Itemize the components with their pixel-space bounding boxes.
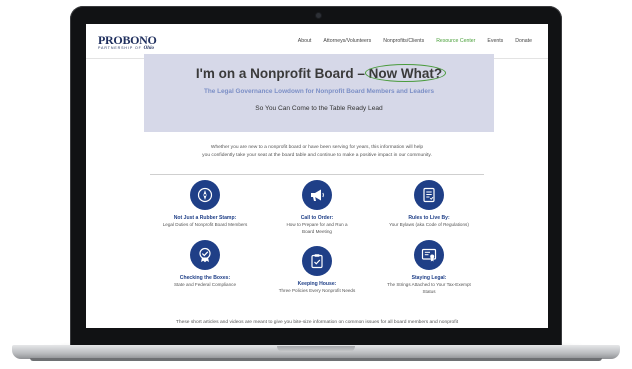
- card-title[interactable]: Rules to Live By:: [374, 215, 484, 221]
- nav-about[interactable]: About: [298, 38, 312, 44]
- card-description: Legal Duties of Nonprofit Board Members: [162, 222, 248, 227]
- intro-paragraph: Whether you are new to a nonprofit board…: [202, 145, 432, 158]
- nav-attorneys-volunteers[interactable]: Attorneys/Volunteers: [323, 38, 371, 44]
- card-title[interactable]: Keeping House:: [262, 281, 372, 287]
- badge-check-icon[interactable]: [190, 240, 220, 270]
- card-staying-legal[interactable]: Staying Legal: The Strings Attached to Y…: [374, 240, 484, 295]
- page-title: I'm on a Nonprofit Board – Now What?: [195, 64, 446, 82]
- card-rubber-stamp[interactable]: Not Just a Rubber Stamp: Legal Duties of…: [150, 180, 260, 229]
- compass-icon[interactable]: [190, 180, 220, 210]
- megaphone-icon[interactable]: [302, 180, 332, 210]
- footer-paragraph: These short articles and videos are mean…: [175, 320, 459, 325]
- page-tagline: So You Can Come to the Table Ready Lead: [255, 105, 383, 112]
- card-rules-to-live-by[interactable]: Rules to Live By: Your Bylaws (aka Code …: [374, 180, 484, 229]
- nav-events[interactable]: Events: [487, 38, 503, 44]
- card-title[interactable]: Call to Order:: [262, 215, 372, 221]
- laptop-base-edge: [30, 358, 602, 361]
- card-description: State and Federal Compliance: [173, 282, 237, 287]
- hero-banner: I'm on a Nonprofit Board – Now What? The…: [144, 54, 494, 132]
- card-description: The Strings Attached to Your Tax-Exempt …: [387, 282, 471, 294]
- clipboard-check-icon[interactable]: [302, 246, 332, 276]
- card-title[interactable]: Checking the Boxes:: [150, 275, 260, 281]
- section-divider: [150, 174, 484, 175]
- card-title[interactable]: Not Just a Rubber Stamp:: [150, 215, 260, 221]
- card-description: How to Prepare for and Run a Board Meeti…: [286, 222, 348, 234]
- logo-tagline: PARTNERSHIP OF Ohio: [98, 46, 154, 51]
- certificate-icon[interactable]: [414, 240, 444, 270]
- laptop-notch: [277, 346, 355, 352]
- card-title[interactable]: Staying Legal:: [374, 275, 484, 281]
- document-icon[interactable]: [414, 180, 444, 210]
- webcam: [316, 13, 321, 18]
- nav-resource-center[interactable]: Resource Center: [436, 38, 475, 44]
- card-keeping-house[interactable]: Keeping House: Three Policies Every Nonp…: [262, 246, 372, 295]
- laptop-screen: PROBONO PARTNERSHIP OF Ohio About Attorn…: [86, 24, 548, 328]
- nav-donate[interactable]: Donate: [515, 38, 532, 44]
- card-description: Three Policies Every Nonprofit Needs: [278, 288, 356, 293]
- main-nav: About Attorneys/Volunteers Nonprofits/Cl…: [298, 38, 532, 44]
- card-description: Your Bylaws (aka Code of Regulations): [389, 222, 469, 227]
- card-call-to-order[interactable]: Call to Order: How to Prepare for and Ru…: [262, 180, 372, 235]
- nav-nonprofits-clients[interactable]: Nonprofits/Clients: [383, 38, 424, 44]
- card-checking-boxes[interactable]: Checking the Boxes: State and Federal Co…: [150, 240, 260, 289]
- page-subtitle: The Legal Governance Lowdown for Nonprof…: [203, 88, 435, 95]
- title-highlight: Now What?: [364, 64, 446, 82]
- pro-bono-logo[interactable]: PROBONO PARTNERSHIP OF Ohio: [98, 33, 160, 53]
